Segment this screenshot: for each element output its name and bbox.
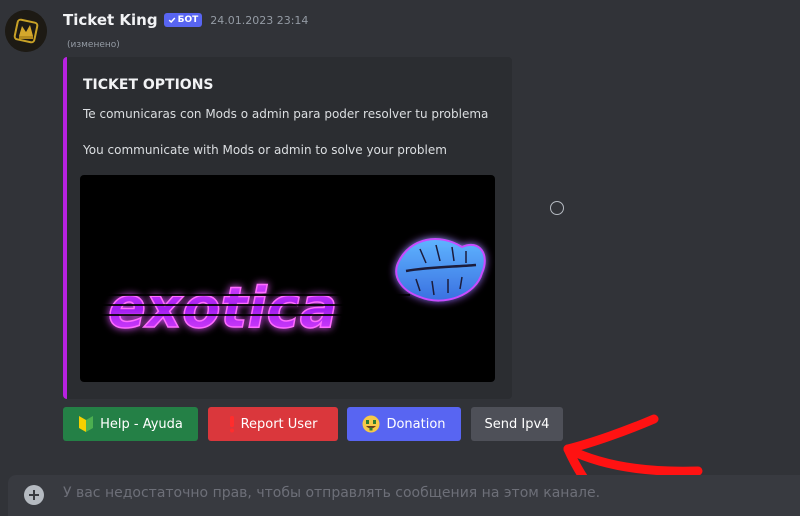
money-face-icon — [362, 415, 380, 433]
report-user-label: Report User — [240, 416, 318, 432]
bot-badge: БОТ — [163, 13, 203, 27]
composer-placeholder: У вас недостаточно прав, чтобы отправлят… — [63, 485, 601, 501]
upload-plus-button[interactable] — [24, 485, 44, 505]
ticket-embed: TICKET OPTIONS Te comunicaras con Mods o… — [63, 57, 512, 399]
message-timestamp: 24.01.2023 23:14 — [210, 13, 309, 27]
embed-description-spanish: Te comunicaras con Mods o admin para pod… — [83, 107, 489, 121]
bot-badge-label: БОТ — [177, 15, 199, 25]
loading-spinner-icon — [550, 201, 564, 215]
exotica-logo-text: exotica — [108, 276, 338, 341]
message-header: Ticket King БОТ 24.01.2023 23:14 — [63, 11, 308, 29]
edited-label: (изменено) — [67, 40, 120, 50]
embed-description: Te comunicaras con Mods o admin para pod… — [83, 105, 488, 177]
embed-title: TICKET OPTIONS — [83, 77, 214, 93]
lips-icon — [395, 238, 486, 302]
beginner-icon — [79, 416, 94, 432]
embed-description-english: You communicate with Mods or admin to so… — [83, 143, 447, 157]
crown-logo-icon — [5, 10, 47, 52]
message-composer: У вас недостаточно прав, чтобы отправлят… — [8, 475, 800, 516]
donation-label: Donation — [386, 416, 446, 432]
embed-image[interactable]: exotica — [80, 175, 495, 382]
author-avatar[interactable] — [5, 10, 47, 52]
report-user-button[interactable]: Report User — [208, 407, 338, 441]
author-name[interactable]: Ticket King — [63, 11, 158, 29]
send-ipv4-label: Send Ipv4 — [484, 416, 550, 432]
help-ayuda-button[interactable]: Help - Ayuda — [63, 407, 198, 441]
exclamation-icon — [229, 416, 234, 433]
check-icon — [168, 17, 175, 24]
plus-icon — [29, 490, 39, 500]
send-ipv4-button[interactable]: Send Ipv4 — [471, 407, 563, 441]
exotica-logo-image: exotica — [100, 238, 486, 342]
help-ayuda-label: Help - Ayuda — [100, 416, 183, 432]
donation-button[interactable]: Donation — [347, 407, 461, 441]
